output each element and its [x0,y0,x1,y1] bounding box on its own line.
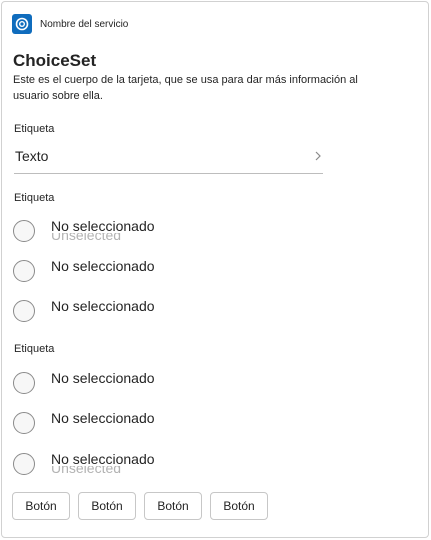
dropdown-value: Texto [15,148,49,164]
radio-option[interactable]: No seleccionado [13,410,213,438]
radio-group-label: Etiqueta [14,192,55,204]
radio-option-label: No seleccionado [51,410,155,426]
radio-option-label: No seleccionado [51,451,155,467]
action-button-2[interactable]: Botón [78,492,136,520]
choice-dropdown[interactable]: Texto [14,142,323,174]
action-button-3[interactable]: Botón [144,492,202,520]
radio-option-label: No seleccionado [51,370,155,386]
radio-group-label: Etiqueta [14,343,55,355]
radio-option-label: No seleccionado [51,258,155,274]
card-description: Este es el cuerpo de la tarjeta, que se … [13,74,358,102]
card-header: Nombre del servicio [12,14,128,34]
service-name: Nombre del servicio [40,18,129,30]
radio-button[interactable] [13,412,35,434]
radio-button[interactable] [13,260,35,282]
adaptive-card: Nombre del servicio ChoiceSet Este es el… [1,1,429,538]
radio-option[interactable]: No seleccionado [13,370,213,398]
action-button-1[interactable]: Botón [12,492,70,520]
radio-option[interactable]: Unselected No seleccionado [13,218,213,246]
app-logo-icon [12,14,32,34]
radio-button[interactable] [13,300,35,322]
dropdown-label: Etiqueta [14,123,55,135]
radio-option[interactable]: No seleccionado [13,258,213,286]
radio-button[interactable] [13,220,35,242]
action-button-4[interactable]: Botón [210,492,268,520]
radio-option[interactable]: No seleccionado [13,298,213,326]
card-title: ChoiceSet [13,51,97,70]
radio-option[interactable]: Unselected No seleccionado [13,451,213,479]
radio-button[interactable] [13,453,35,475]
radio-option-label: No seleccionado [51,218,155,234]
radio-option-label: No seleccionado [51,298,155,314]
chevron-right-icon [315,151,321,161]
radio-button[interactable] [13,372,35,394]
